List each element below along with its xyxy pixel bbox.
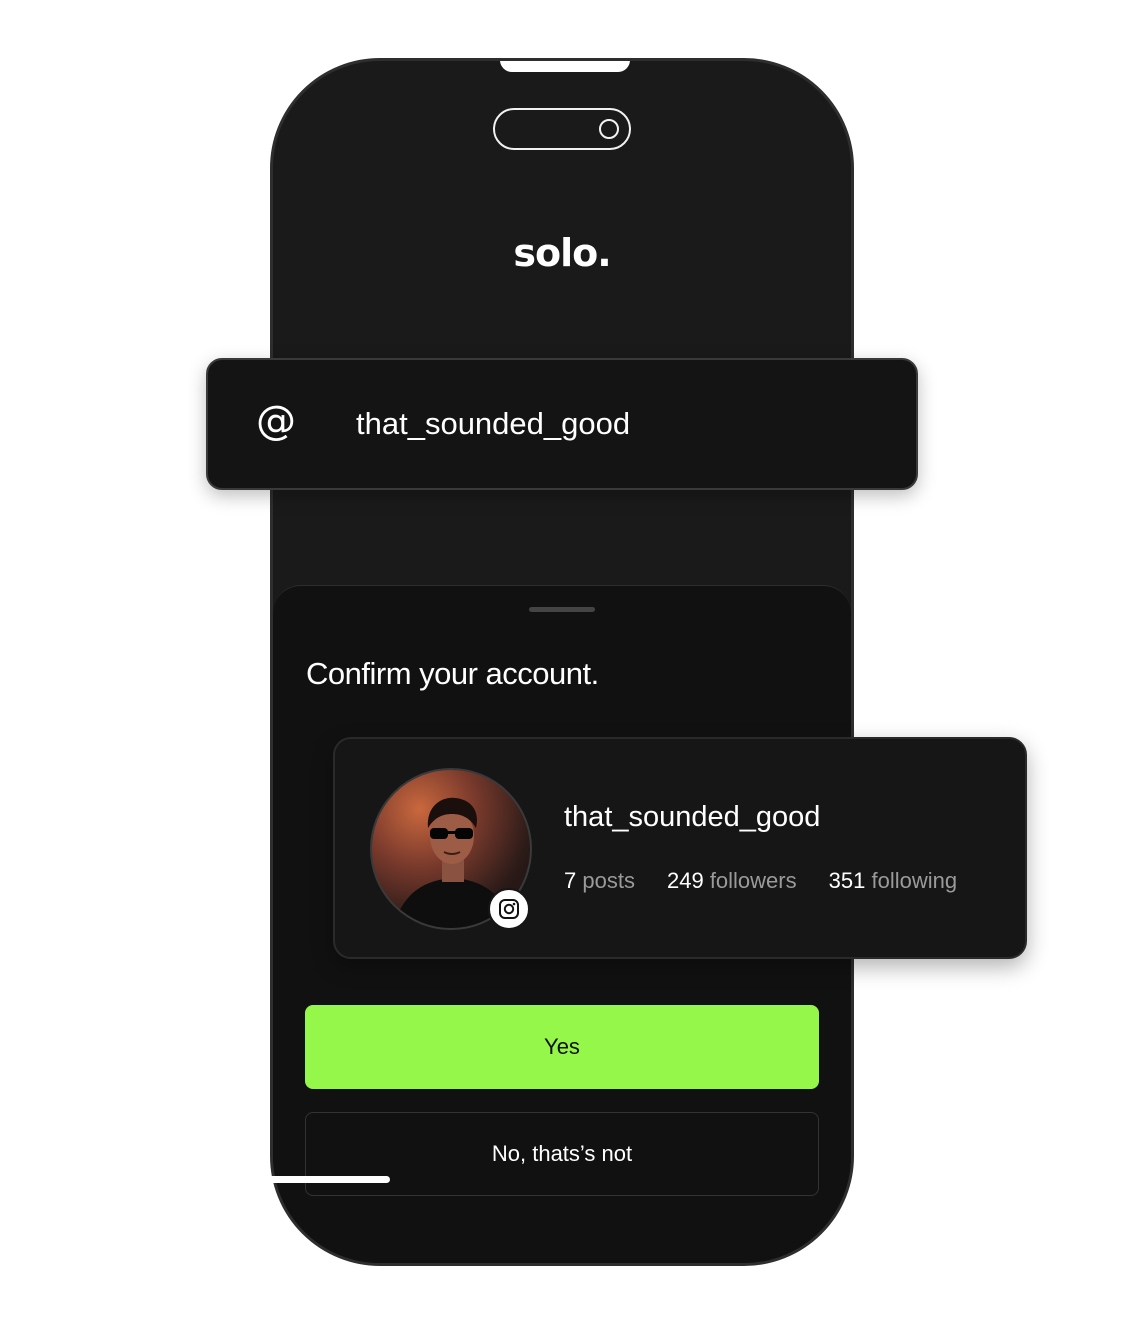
yes-button-label: Yes bbox=[544, 1034, 580, 1059]
profile-card[interactable]: that_sounded_good 7 posts 249 followers … bbox=[333, 737, 1027, 959]
sheet-drag-handle[interactable] bbox=[529, 607, 595, 612]
stage: solo. Confirm your account. Yes No, that… bbox=[0, 0, 1121, 1323]
app-logo: solo. bbox=[513, 231, 611, 275]
yes-button[interactable]: Yes bbox=[305, 1005, 819, 1089]
no-button[interactable]: No, thats’s not bbox=[305, 1112, 819, 1196]
instagram-icon bbox=[488, 888, 530, 930]
stat-following: 351 following bbox=[828, 868, 958, 893]
no-button-label: No, thats’s not bbox=[491, 1141, 633, 1166]
stat-posts: 7 posts bbox=[564, 868, 635, 893]
camera-icon bbox=[599, 119, 619, 139]
sheet-title: Confirm your account. bbox=[306, 656, 599, 691]
home-indicator[interactable] bbox=[190, 1176, 390, 1183]
dynamic-island bbox=[493, 108, 631, 150]
stat-followers: 249 followers bbox=[666, 868, 797, 893]
profile-username: that_sounded_good bbox=[564, 801, 821, 833]
profile-stats: 7 posts 249 followers 351 following bbox=[564, 868, 957, 894]
phone-notch bbox=[500, 61, 630, 72]
username-input[interactable] bbox=[356, 402, 876, 446]
username-input-card: @ bbox=[206, 358, 918, 490]
at-sign-icon: @ bbox=[256, 398, 296, 444]
phone-frame: solo. Confirm your account. Yes No, that… bbox=[270, 58, 854, 1266]
